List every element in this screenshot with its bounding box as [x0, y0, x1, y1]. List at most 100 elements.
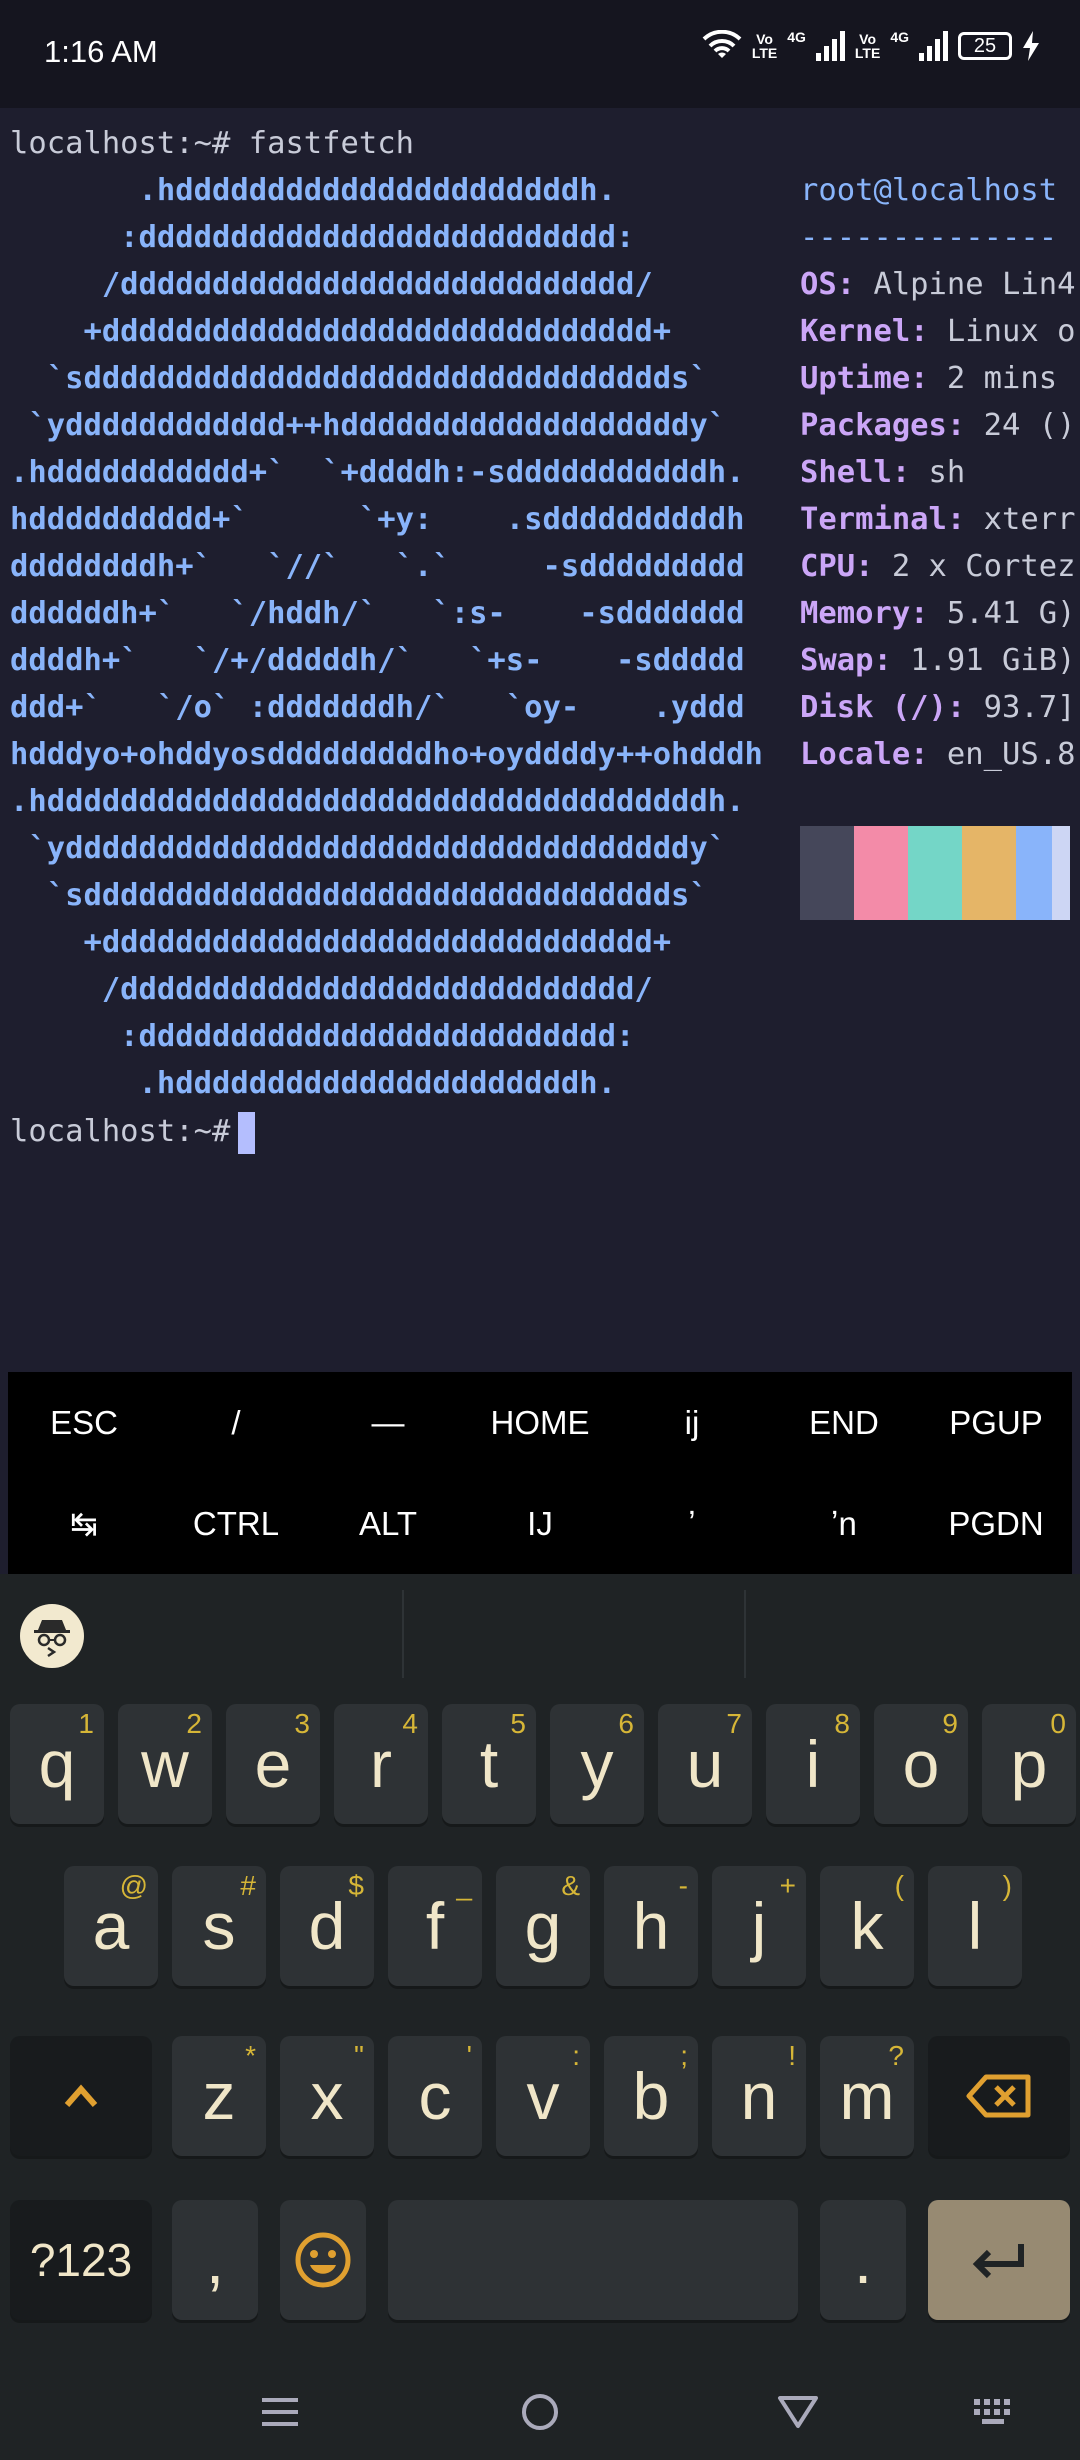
key-label: h [632, 1889, 670, 1963]
key-t[interactable]: t5 [442, 1704, 536, 1824]
key-d[interactable]: d $ [280, 1866, 374, 1986]
extra-key-home[interactable]: HOME [464, 1372, 616, 1473]
key-q[interactable]: q1 [10, 1704, 104, 1824]
info-row: OS: Alpine Lin4 [800, 261, 1075, 308]
info-key: OS: [800, 267, 856, 302]
key-i[interactable]: i8 [766, 1704, 860, 1824]
prompt-line[interactable]: localhost:~# [10, 1108, 256, 1155]
menu-icon[interactable] [250, 2382, 310, 2442]
extra-key-[interactable]: — [312, 1372, 464, 1473]
info-key: Disk (/): [800, 690, 966, 725]
key-label: v [526, 2059, 560, 2133]
logo-line: +dddddddddddddddddddddddddddddd+ [10, 314, 672, 349]
extra-key-pgup[interactable]: PGUP [920, 1372, 1072, 1473]
period-key[interactable]: . [820, 2200, 906, 2320]
key-z[interactable]: z * [172, 2036, 266, 2156]
key-y[interactable]: y6 [550, 1704, 644, 1824]
key-label: . [853, 2223, 873, 2297]
info-key: Shell: [800, 455, 911, 490]
key-label: o [902, 1727, 940, 1801]
key-u[interactable]: u7 [658, 1704, 752, 1824]
key-c[interactable]: c ' [388, 2036, 482, 2156]
key-label: i [805, 1727, 821, 1801]
space-bar[interactable] [388, 2200, 798, 2320]
key-label: , [205, 2223, 225, 2297]
home-icon[interactable] [510, 2382, 570, 2442]
key-label: ?123 [29, 2234, 133, 2286]
key-label: f [425, 1889, 445, 1963]
extra-key-n[interactable]: ʼn [768, 1473, 920, 1574]
logo-line: .hddddddddddddddddddddddh. [10, 173, 616, 208]
extra-key-ij[interactable]: IJ [464, 1473, 616, 1574]
key-r[interactable]: r4 [334, 1704, 428, 1824]
key-o[interactable]: o9 [874, 1704, 968, 1824]
info-value: xterr [965, 502, 1076, 537]
enter-key[interactable] [928, 2200, 1070, 2320]
key-g[interactable]: g & [496, 1866, 590, 1986]
key-p[interactable]: p0 [982, 1704, 1076, 1824]
key-label: s [202, 1889, 236, 1963]
backspace-key[interactable] [928, 2036, 1070, 2156]
back-icon[interactable] [768, 2382, 828, 2442]
palette-swatch [1016, 826, 1052, 920]
extra-key-ctrl[interactable]: CTRL [160, 1473, 312, 1574]
info-row: Memory: 5.41 G) [800, 590, 1075, 637]
key-e[interactable]: e3 [226, 1704, 320, 1824]
info-value: 93.7] [965, 690, 1076, 725]
info-row: Shell: sh [800, 449, 1075, 496]
extra-key-pgdn[interactable]: PGDN [920, 1473, 1072, 1574]
key-x[interactable]: x " [280, 2036, 374, 2156]
key-hint: ! [788, 2040, 796, 2071]
symbols-key[interactable]: ?123 [10, 2200, 152, 2320]
key-j[interactable]: j + [712, 1866, 806, 1986]
status-time: 1:16 AM [44, 34, 158, 69]
keyboard-switch-icon[interactable] [965, 2382, 1025, 2442]
logo-line: :dddddddddddddddddddddddddd: [10, 1019, 635, 1054]
key-k[interactable]: k( [820, 1866, 914, 1986]
key-hint: 8 [834, 1708, 850, 1739]
terminal-view[interactable]: localhost:~# fastfetch .hddddddddddddddd… [0, 108, 1080, 1370]
key-label: b [632, 2059, 670, 2133]
extra-key-esc[interactable]: ESC [8, 1372, 160, 1473]
key-v[interactable]: v: [496, 2036, 590, 2156]
key-l[interactable]: l) [928, 1866, 1022, 1986]
key-hint: - [678, 1870, 688, 1901]
logo-line: ddddddddh+` `//` `.` -sddddddddd [10, 549, 745, 584]
extra-key-[interactable]: / [160, 1372, 312, 1473]
suggestion-divider [402, 1590, 404, 1678]
key-n[interactable]: n! [712, 2036, 806, 2156]
key-label: n [740, 2059, 778, 2133]
key-m[interactable]: m? [820, 2036, 914, 2156]
battery-icon: 25 [958, 32, 1012, 60]
key-hint: 7 [726, 1708, 742, 1739]
key-s[interactable]: s # [172, 1866, 266, 1986]
emoji-key[interactable] [280, 2200, 366, 2320]
info-value: en_US.8 [928, 737, 1076, 772]
comma-key[interactable]: , [172, 2200, 258, 2320]
logo-line: .hddddddddddddddddddddddddddddddddddddh. [10, 784, 745, 819]
key-b[interactable]: b; [604, 2036, 698, 2156]
navigation-bar [0, 2360, 1080, 2460]
extra-key-end[interactable]: END [768, 1372, 920, 1473]
incognito-icon[interactable] [20, 1604, 84, 1668]
key-f[interactable]: f _ [388, 1866, 482, 1986]
extra-key-ij[interactable]: ij [616, 1372, 768, 1473]
extra-key-[interactable]: ↹ [8, 1473, 160, 1574]
key-hint: ? [888, 2040, 904, 2071]
key-label: c [418, 2059, 452, 2133]
alpine-logo: .hddddddddddddddddddddddh. :dddddddddddd… [10, 167, 763, 1107]
info-value: 1.91 GiB) [891, 643, 1076, 678]
key-label: w [141, 1727, 189, 1801]
logo-line: /dddddddddddddddddddddddddddd/ [10, 972, 653, 1007]
key-w[interactable]: w2 [118, 1704, 212, 1824]
shift-key[interactable] [10, 2036, 152, 2156]
info-row: Terminal: xterr [800, 496, 1075, 543]
info-key: Uptime: [800, 361, 929, 396]
extra-key-[interactable]: ʼ [616, 1473, 768, 1574]
info-key: Terminal: [800, 502, 966, 537]
shift-icon [64, 2084, 98, 2107]
key-h[interactable]: h- [604, 1866, 698, 1986]
info-value: Alpine Lin4 [855, 267, 1076, 302]
extra-key-alt[interactable]: ALT [312, 1473, 464, 1574]
key-a[interactable]: a @ [64, 1866, 158, 1986]
